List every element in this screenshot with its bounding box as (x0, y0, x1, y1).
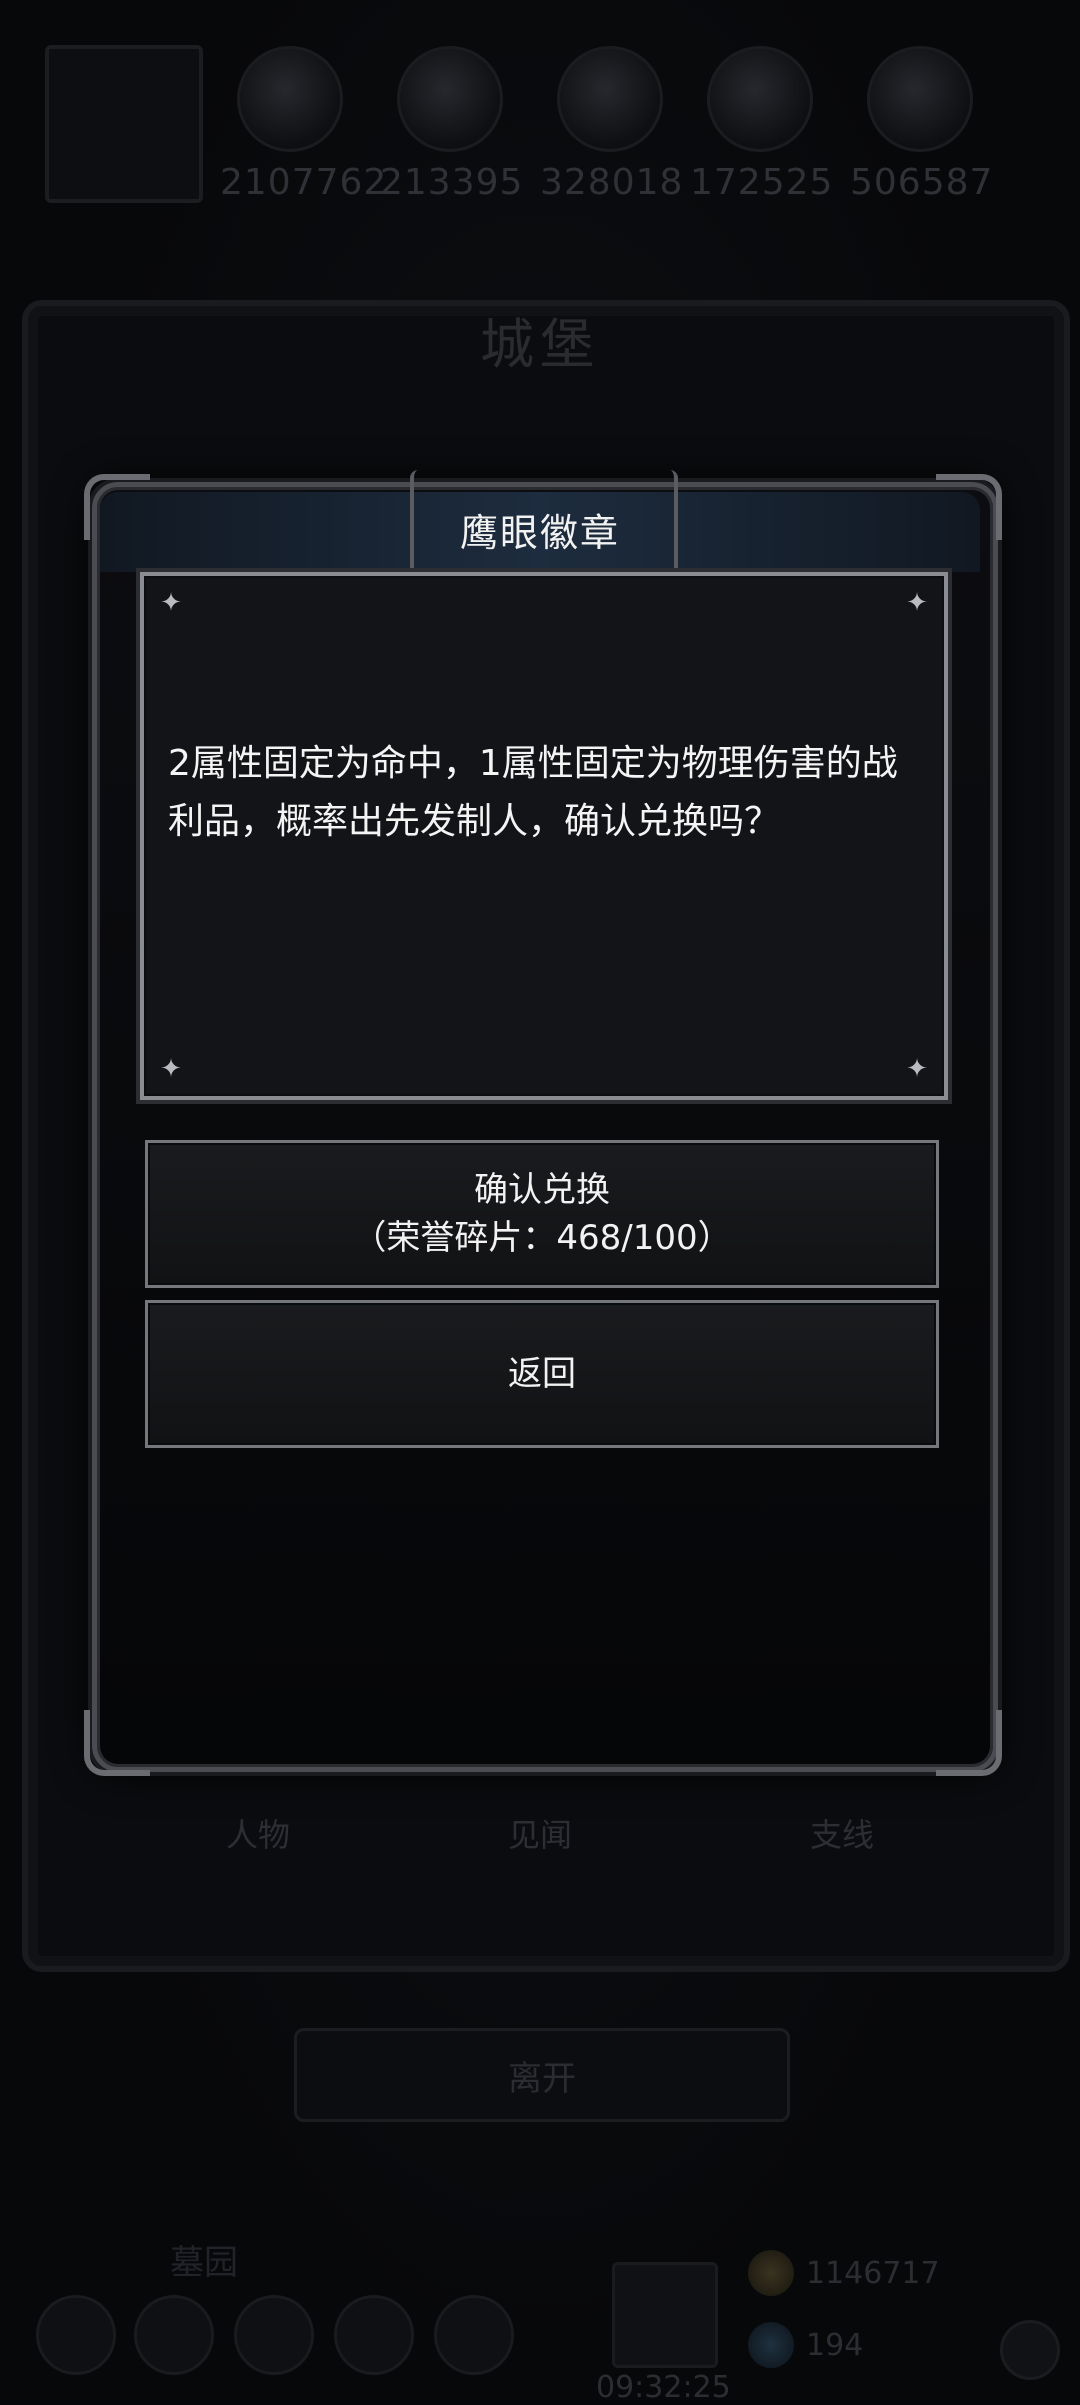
nav-slot-5-icon[interactable] (434, 2295, 514, 2375)
ornament-corner-icon (936, 1710, 1002, 1776)
resource-wood-value: 213395 (380, 162, 524, 203)
castle-title: 城堡 (480, 313, 600, 376)
resource-crystal-value: 172525 (690, 162, 834, 203)
resource-silver-value: 506587 (850, 162, 994, 203)
iron-ingot-icon (557, 46, 663, 152)
gold-coin-icon (748, 2250, 794, 2296)
resource-iron-value: 328018 (540, 162, 684, 203)
exchange-cost-label: （荣誉碎片：468/100） (352, 1218, 732, 1258)
resource-bar: 2107762 213395 328018 172525 506587 (40, 40, 1040, 210)
gift-box-icon[interactable] (612, 2262, 718, 2368)
sparkle-icon: ✦ (160, 1054, 182, 1084)
dialog-title: 鹰眼徽章 (459, 511, 620, 555)
leave-button[interactable]: 离开 (294, 2028, 790, 2122)
resource-iron: 328018 (540, 40, 684, 203)
castle-tabs: 人物 见闻 支线 (100, 1810, 980, 1870)
nav-slot-2-icon[interactable] (134, 2295, 214, 2375)
gem-icon (748, 2322, 794, 2368)
location-label: 墓园 (170, 2243, 238, 2283)
wood-plank-icon (397, 46, 503, 152)
sparkle-icon: ✦ (906, 1054, 928, 1084)
tab-stories[interactable]: 见闻 (440, 1810, 640, 1856)
tab-characters[interactable]: 人物 (158, 1810, 358, 1856)
bottom-nav (36, 2295, 1046, 2385)
sparkle-icon: ✦ (160, 588, 182, 618)
nav-slot-4-icon[interactable] (334, 2295, 414, 2375)
resource-copper: 2107762 (220, 40, 388, 203)
gem-value: 194 (806, 2327, 864, 2363)
silver-ore-icon (867, 46, 973, 152)
back-label: 返回 (508, 1354, 576, 1394)
ornament-corner-icon (84, 1710, 150, 1776)
confirm-exchange-button[interactable]: 确认兑换 （荣誉碎片：468/100） (145, 1140, 939, 1288)
tab-sidequests[interactable]: 支线 (742, 1810, 942, 1856)
copper-ore-icon (237, 46, 343, 152)
resource-silver: 506587 (850, 40, 994, 203)
settings-icon[interactable] (1000, 2320, 1060, 2380)
confirm-exchange-label: 确认兑换 (474, 1170, 610, 1210)
resource-copper-value: 2107762 (220, 162, 388, 203)
gold-value: 1146717 (806, 2255, 940, 2291)
resource-wood: 213395 (380, 40, 524, 203)
resource-crystal: 172525 (690, 40, 834, 203)
gold-display: 1146717 (748, 2248, 940, 2298)
sparkle-icon: ✦ (906, 588, 928, 618)
blue-crystal-icon (707, 46, 813, 152)
gem-display: 194 (748, 2320, 863, 2370)
back-button[interactable]: 返回 (145, 1300, 939, 1448)
dialog-message: 2属性固定为命中，1属性固定为物理伤害的战利品，概率出先发制人，确认兑换吗？ (168, 743, 898, 842)
nav-slot-3-icon[interactable] (234, 2295, 314, 2375)
character-emblem-icon[interactable] (45, 45, 203, 203)
nav-slot-1-icon[interactable] (36, 2295, 116, 2375)
